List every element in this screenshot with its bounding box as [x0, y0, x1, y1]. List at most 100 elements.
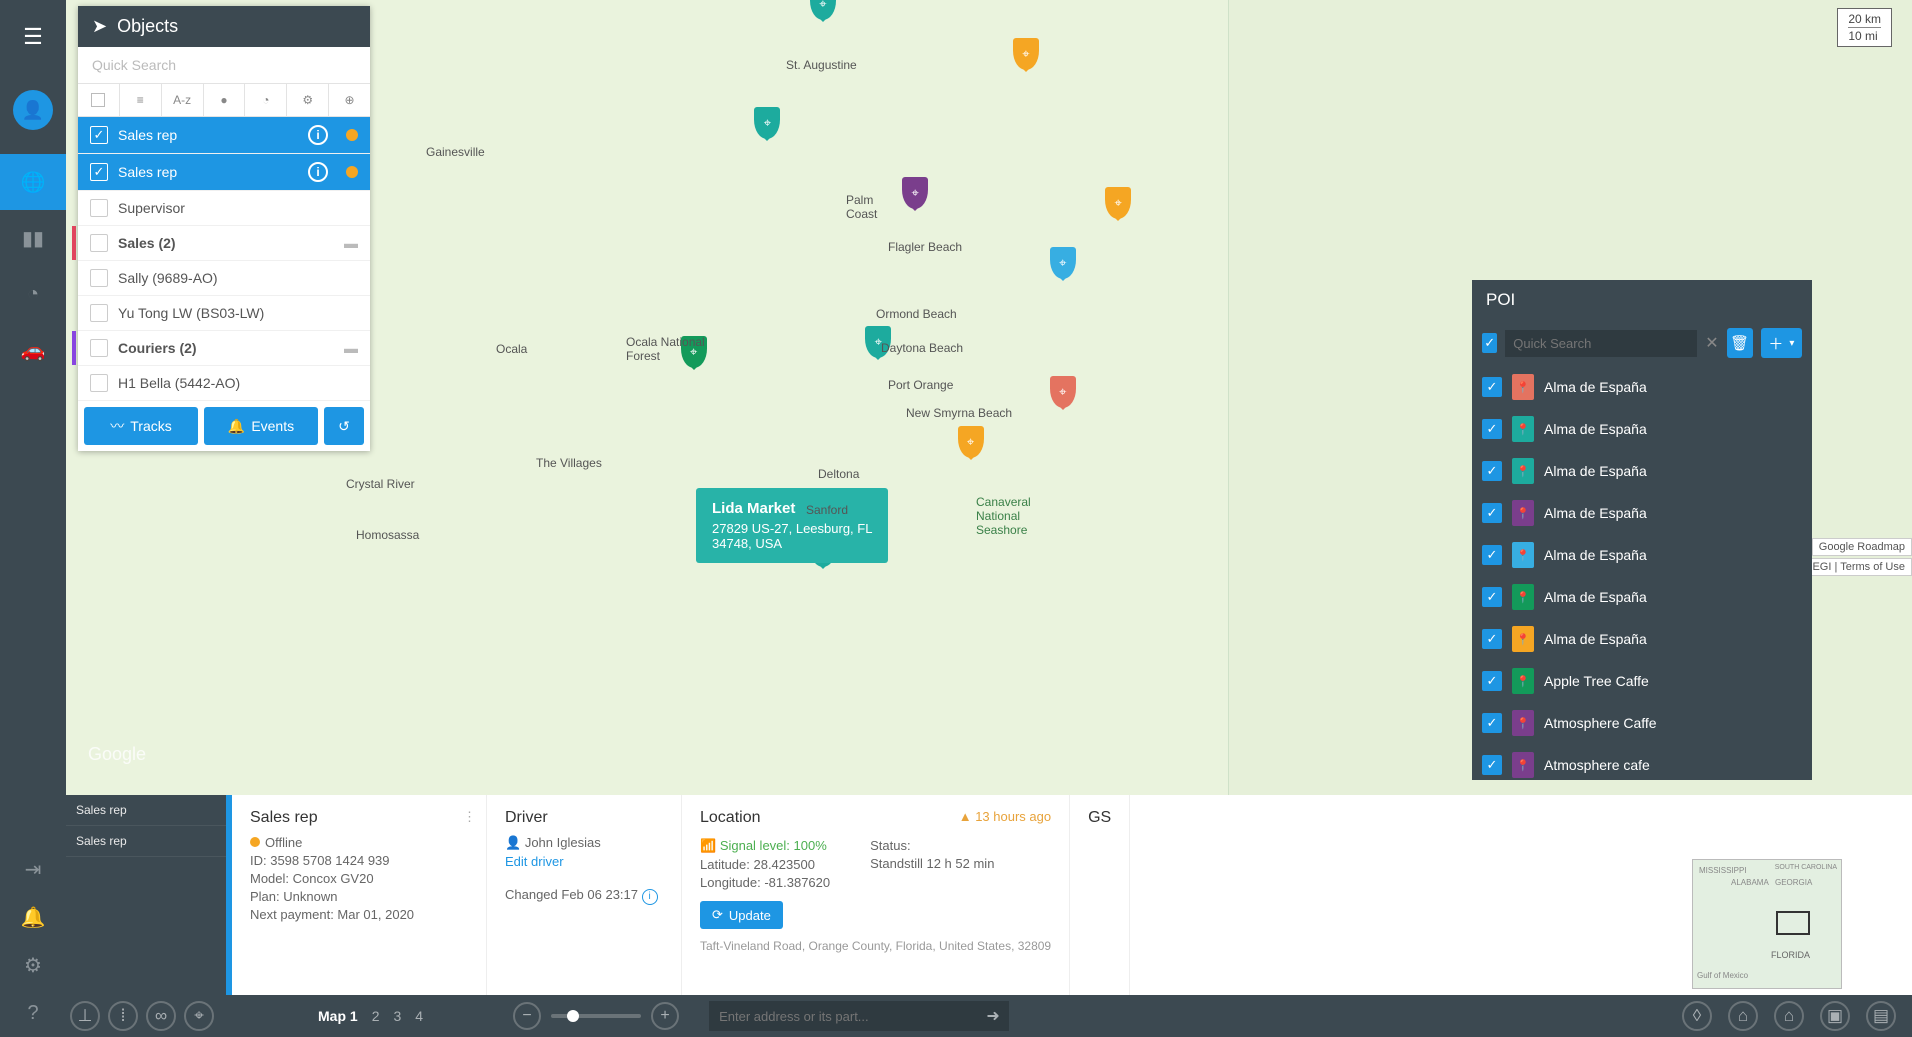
- tb-list-icon[interactable]: ≡: [120, 84, 162, 116]
- sb-pin-icon[interactable]: ⌖: [180, 997, 218, 1035]
- row-checkbox[interactable]: [90, 339, 108, 357]
- history-button[interactable]: ↺: [324, 407, 364, 445]
- map-terms[interactable]: NEGI | Terms of Use: [1798, 558, 1912, 576]
- poi-checkbox[interactable]: ✓: [1482, 587, 1502, 607]
- sb-traffic-icon[interactable]: ⦙: [104, 997, 142, 1035]
- row-checkbox[interactable]: [90, 234, 108, 252]
- tracks-button[interactable]: 〰Tracks: [84, 407, 198, 445]
- longitude: Longitude: -81.387620: [700, 875, 830, 890]
- poi-pin-icon: 📍: [1512, 458, 1534, 484]
- nav-chart[interactable]: ▮▮: [0, 210, 66, 266]
- row-checkbox[interactable]: ✓: [90, 163, 108, 181]
- poi-row[interactable]: ✓📍Alma de España: [1472, 408, 1812, 450]
- object-row[interactable]: H1 Bella (5442-AO): [78, 366, 370, 401]
- nav-bell[interactable]: 🔔: [0, 893, 66, 941]
- tb-checkbox[interactable]: [78, 84, 120, 116]
- nav-car[interactable]: 🚗: [0, 322, 66, 378]
- objects-search-input[interactable]: [78, 47, 370, 83]
- row-checkbox[interactable]: [90, 374, 108, 392]
- tb-target-icon[interactable]: ⊕: [329, 84, 370, 116]
- poi-checkbox[interactable]: ✓: [1482, 671, 1502, 691]
- tb-sort[interactable]: A-z: [162, 84, 204, 116]
- map-city: Deltona: [818, 467, 859, 481]
- update-button[interactable]: ⟳ Update: [700, 901, 783, 929]
- map-tab[interactable]: Map 1: [318, 1008, 358, 1024]
- nav-clock[interactable]: ◔: [0, 266, 66, 322]
- poi-checkbox[interactable]: ✓: [1482, 545, 1502, 565]
- poi-row[interactable]: ✓📍Atmosphere Caffe: [1472, 702, 1812, 744]
- poi-pin-icon: 📍: [1512, 500, 1534, 526]
- tb-gauge-icon[interactable]: ◔: [245, 84, 287, 116]
- map-tab[interactable]: 3: [393, 1008, 401, 1024]
- address-go-button[interactable]: ➜: [977, 1006, 1009, 1026]
- zoom-out-button[interactable]: −: [513, 1002, 541, 1030]
- nav-globe[interactable]: 🌐: [0, 154, 66, 210]
- poi-row[interactable]: ✓📍Alma de España: [1472, 450, 1812, 492]
- map-tab[interactable]: 2: [372, 1008, 380, 1024]
- poi-checkbox[interactable]: ✓: [1482, 461, 1502, 481]
- row-checkbox[interactable]: [90, 304, 108, 322]
- poi-checkbox[interactable]: ✓: [1482, 503, 1502, 523]
- address-input[interactable]: [709, 1009, 977, 1024]
- row-checkbox[interactable]: [90, 269, 108, 287]
- sb-poi-icon[interactable]: ⌂: [1724, 997, 1762, 1035]
- poi-checkall[interactable]: ✓: [1482, 333, 1497, 353]
- poi-row[interactable]: ✓📍Atmosphere cafe: [1472, 744, 1812, 780]
- poi-checkbox[interactable]: ✓: [1482, 755, 1502, 775]
- sb-overview-icon[interactable]: ▣: [1816, 997, 1854, 1035]
- poi-row[interactable]: ✓📍Apple Tree Caffe: [1472, 660, 1812, 702]
- more-icon[interactable]: ⋮: [463, 809, 476, 825]
- poi-checkbox[interactable]: ✓: [1482, 419, 1502, 439]
- poi-pin-icon: 📍: [1512, 374, 1534, 400]
- poi-search-input[interactable]: [1505, 330, 1697, 357]
- bottom-tab[interactable]: Sales rep: [66, 826, 226, 857]
- row-checkbox[interactable]: ✓: [90, 126, 108, 144]
- object-row[interactable]: ✓Sales repi: [78, 117, 370, 154]
- poi-row[interactable]: ✓📍Alma de España: [1472, 492, 1812, 534]
- user-avatar[interactable]: 👤: [13, 90, 53, 130]
- sb-home-icon[interactable]: ⌂: [1770, 997, 1808, 1035]
- zoom-slider[interactable]: [551, 1014, 641, 1018]
- poi-checkbox[interactable]: ✓: [1482, 713, 1502, 733]
- sb-share-icon[interactable]: ∞: [142, 997, 180, 1035]
- zoom-in-button[interactable]: +: [651, 1002, 679, 1030]
- object-row[interactable]: Sales (2)▬: [78, 226, 370, 261]
- sb-eraser-icon[interactable]: ◊: [1678, 997, 1716, 1035]
- poi-row[interactable]: ✓📍Alma de España: [1472, 576, 1812, 618]
- object-row[interactable]: Sally (9689-AO): [78, 261, 370, 296]
- bottom-tab[interactable]: Sales rep: [66, 795, 226, 826]
- poi-row[interactable]: ✓📍Alma de España: [1472, 534, 1812, 576]
- poi-checkbox[interactable]: ✓: [1482, 629, 1502, 649]
- sb-layers-icon[interactable]: ▤: [1862, 997, 1900, 1035]
- info-icon[interactable]: i: [308, 125, 328, 145]
- nav-gear[interactable]: ⚙: [0, 941, 66, 989]
- nav-help[interactable]: ?: [0, 989, 66, 1037]
- overview-map[interactable]: MISSISSIPPI ALABAMA GEORGIA SOUTH CAROLI…: [1692, 859, 1842, 989]
- device-status: Offline: [250, 835, 468, 850]
- collapse-icon[interactable]: ▬: [344, 340, 358, 356]
- map-tab[interactable]: 4: [415, 1008, 423, 1024]
- object-row[interactable]: ✓Sales repi: [78, 154, 370, 191]
- sb-ruler-icon[interactable]: ⊥: [66, 997, 104, 1035]
- map-callout[interactable]: Lida Market 27829 US-27, Leesburg, FL 34…: [696, 488, 888, 563]
- object-row[interactable]: Couriers (2)▬: [78, 331, 370, 366]
- nav-login[interactable]: ⇥: [0, 845, 66, 893]
- clear-icon[interactable]: ✕: [1705, 333, 1718, 353]
- tb-sliders-icon[interactable]: ⚙: [287, 84, 329, 116]
- object-row[interactable]: Yu Tong LW (BS03-LW): [78, 296, 370, 331]
- map-city: Port Orange: [888, 378, 953, 392]
- poi-delete-button[interactable]: 🗑: [1727, 328, 1753, 358]
- tb-dot-icon[interactable]: ●: [204, 84, 246, 116]
- menu-icon[interactable]: ☰: [23, 24, 43, 50]
- poi-row[interactable]: ✓📍Alma de España: [1472, 366, 1812, 408]
- poi-add-button[interactable]: ＋: [1761, 328, 1802, 358]
- map-type-label[interactable]: Google Roadmap: [1812, 538, 1912, 556]
- poi-checkbox[interactable]: ✓: [1482, 377, 1502, 397]
- object-row[interactable]: Supervisor: [78, 191, 370, 226]
- info-icon[interactable]: i: [308, 162, 328, 182]
- edit-driver-link[interactable]: Edit driver: [505, 854, 663, 869]
- row-checkbox[interactable]: [90, 199, 108, 217]
- collapse-icon[interactable]: ▬: [344, 235, 358, 251]
- poi-row[interactable]: ✓📍Alma de España: [1472, 618, 1812, 660]
- events-button[interactable]: 🔔Events: [204, 407, 318, 445]
